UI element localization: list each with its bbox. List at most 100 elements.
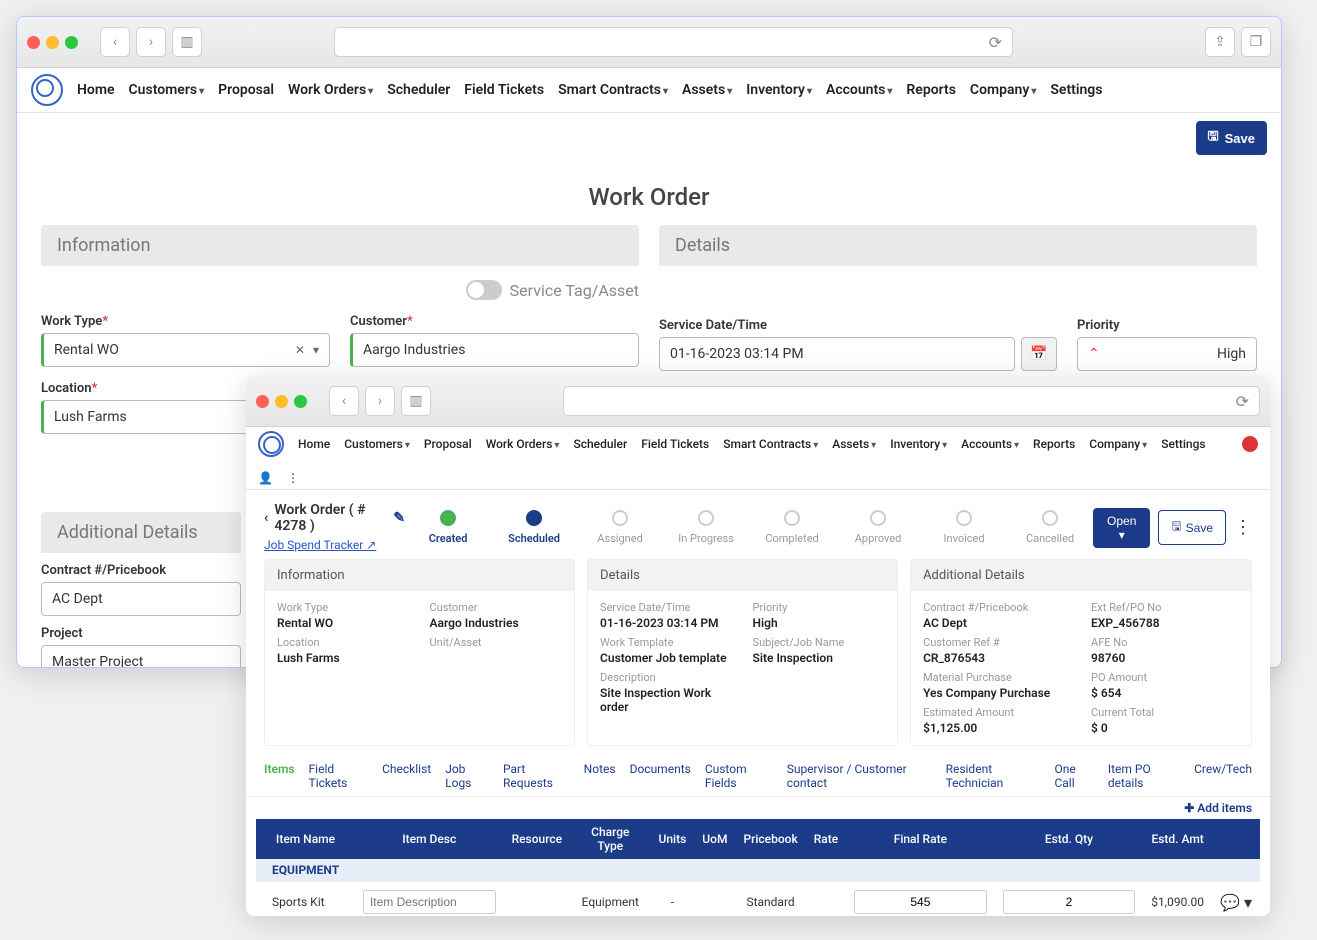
priority-label: Priority [1077,318,1257,333]
tab-checklist[interactable]: Checklist [382,762,431,790]
clear-icon[interactable]: ✕ [295,343,305,357]
kv-pair: CustomerAargo Industries [430,601,563,630]
share-button[interactable]: ⇪ [1205,27,1235,57]
stage-cancelled[interactable]: Cancelled [1007,510,1093,545]
add-items-button[interactable]: ✚ Add items [1184,801,1252,815]
chevron-down-icon[interactable]: ▾ [313,343,319,357]
save-button-2[interactable]: 🖫Save [1158,510,1226,545]
nav-settings[interactable]: Settings [1050,82,1102,98]
tab-crew-tech[interactable]: Crew/Tech [1194,762,1252,790]
tabs-button[interactable]: ❐ [1241,27,1271,57]
forward-button[interactable]: › [365,386,395,416]
service-date-input[interactable]: 01-16-2023 03:14 PM [659,337,1015,371]
tab-custom-fields[interactable]: Custom Fields [705,762,773,790]
section-additional: Additional Details [41,512,241,553]
nav-smart-contracts[interactable]: Smart Contracts [723,437,818,451]
nav-smart-contracts[interactable]: Smart Contracts [558,82,668,98]
stage-approved[interactable]: Approved [835,510,921,545]
nav-home[interactable]: Home [298,437,330,451]
sidebar-button[interactable]: ▥ [401,386,431,416]
stage-scheduled[interactable]: Scheduled [491,510,577,545]
stage-completed[interactable]: Completed [749,510,835,545]
nav-work-orders[interactable]: Work Orders [288,82,373,98]
minimize-icon[interactable] [275,395,288,408]
stage-invoiced[interactable]: Invoiced [921,510,1007,545]
tab-field-tickets[interactable]: Field Tickets [309,762,369,790]
nav-customers[interactable]: Customers [344,437,410,451]
address-bar[interactable]: ⟳ [563,386,1260,416]
tab-items[interactable]: Items [264,762,295,790]
tab-job-logs[interactable]: Job Logs [445,762,489,790]
tab-part-requests[interactable]: Part Requests [503,762,570,790]
minimize-icon[interactable] [46,36,59,49]
nav-customers[interactable]: Customers [129,82,205,98]
nav-work-orders[interactable]: Work Orders [486,437,560,451]
back-chevron-icon[interactable]: ‹ [264,510,268,526]
stage-created[interactable]: Created [405,510,491,545]
nav-accounts[interactable]: Accounts [961,437,1019,451]
nav-scheduler[interactable]: Scheduler [573,437,627,451]
forward-button[interactable]: › [136,27,166,57]
item-desc-input[interactable] [363,890,496,914]
kv-pair: Material PurchaseYes Company Purchase [923,671,1071,700]
close-icon[interactable] [256,395,269,408]
back-button[interactable]: ‹ [329,386,359,416]
nav-inventory[interactable]: Inventory [746,82,812,98]
tab-supervisor-customer-contact[interactable]: Supervisor / Customer contact [787,762,932,790]
nav-reports[interactable]: Reports [906,82,956,98]
notification-bell-icon[interactable] [1242,436,1258,452]
col-header: Final Rate [846,819,994,859]
nav-inventory[interactable]: Inventory [890,437,947,451]
rate-input[interactable] [854,890,986,914]
work-type-select[interactable]: Rental WO✕▾ [41,333,330,367]
nav-proposal[interactable]: Proposal [424,437,472,451]
nav-field-tickets[interactable]: Field Tickets [464,82,544,98]
service-tag-toggle[interactable] [466,280,502,300]
kebab-menu-icon[interactable]: ⋮ [1234,517,1252,538]
tab-documents[interactable]: Documents [630,762,691,790]
calendar-button[interactable]: 📅 [1021,337,1057,371]
tab-resident-technician[interactable]: Resident Technician [946,762,1041,790]
customer-input[interactable]: Aargo Industries [350,333,639,367]
open-button[interactable]: Open ▾ [1093,508,1150,548]
comment-icon[interactable]: 💬 [1220,893,1240,912]
qty-input[interactable] [1003,890,1136,914]
tab-item-po-details[interactable]: Item PO details [1108,762,1180,790]
priority-select[interactable]: ⌃High [1077,337,1257,371]
close-icon[interactable] [27,36,40,49]
tab-one-call[interactable]: One Call [1054,762,1093,790]
table-row: Sports Kit Equipment - Standard $1,090.0… [256,882,1260,917]
nav-company[interactable]: Company [1089,437,1147,451]
maximize-icon[interactable] [294,395,307,408]
maximize-icon[interactable] [65,36,78,49]
sidebar-button[interactable]: ▥ [172,27,202,57]
app-logo-icon [31,74,63,106]
nav-settings[interactable]: Settings [1161,437,1205,451]
nav-proposal[interactable]: Proposal [218,82,274,98]
reload-icon[interactable]: ⟳ [1236,392,1249,411]
reload-icon[interactable]: ⟳ [989,33,1002,52]
nav-assets[interactable]: Assets [832,437,876,451]
address-bar[interactable]: ⟳ [334,27,1013,57]
save-button[interactable]: 🖫Save [1196,121,1267,155]
nav-scheduler[interactable]: Scheduler [387,82,450,98]
user-avatar-icon[interactable]: 👤 [258,471,273,485]
contract-input[interactable]: AC Dept [41,582,241,616]
nav-accounts[interactable]: Accounts [826,82,892,98]
workflow-stages: Created Scheduled Assigned In Progress C… [405,510,1093,545]
nav-company[interactable]: Company [970,82,1036,98]
job-spend-tracker-link[interactable]: Job Spend Tracker ↗ [264,538,376,552]
nav-home[interactable]: Home [77,82,115,98]
project-input[interactable]: Master Project [41,645,241,668]
menu-icon[interactable]: ⋮ [287,471,299,485]
stage-in-progress[interactable]: In Progress [663,510,749,545]
tab-notes[interactable]: Notes [584,762,616,790]
nav-reports[interactable]: Reports [1033,437,1075,451]
stage-assigned[interactable]: Assigned [577,510,663,545]
nav-field-tickets[interactable]: Field Tickets [641,437,709,451]
chevron-down-icon[interactable]: ▾ [1244,893,1252,912]
back-button[interactable]: ‹ [100,27,130,57]
edit-icon[interactable]: ✎ [393,510,405,526]
work-type-label: Work Type* [41,314,330,329]
nav-assets[interactable]: Assets [682,82,732,98]
